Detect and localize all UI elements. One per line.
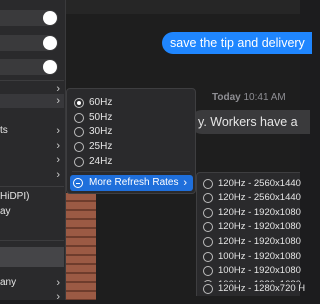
timestamp-time: 10:41 AM [243,92,286,103]
radio-icon [203,266,213,276]
resolution-option-label: 120Hz - 1920x1080 [218,236,301,247]
radio-icon [74,113,84,123]
menu-item-4[interactable]: › [0,139,64,153]
menu-item-label: ts [0,125,8,136]
menu-item-label: HiDPI) [0,191,30,202]
radio-icon [74,127,84,137]
toggle-knob [43,11,57,25]
menu-divider [0,240,64,241]
chevron-right-icon: › [56,154,60,166]
collapse-minus-icon [73,178,83,188]
resolution-option-label: 120Hz - 2560x1440 [218,192,301,203]
resolution-option[interactable]: 120Hz - 2560x1440 [197,191,301,205]
menu-item-label: ay [0,206,11,217]
menu-item-label: any [0,277,17,288]
refresh-option-label: 25Hz [89,141,113,152]
refresh-option-50hz[interactable]: 50Hz [67,111,195,125]
radio-icon [203,179,213,189]
timestamp-day: Today [212,92,241,103]
radio-icon [203,208,213,218]
refresh-option-label: 30Hz [89,126,113,137]
menu-item-9[interactable] [0,220,64,234]
resolution-option[interactable]: 120Hz - 1920x1080 [197,235,301,249]
radio-icon [74,142,84,152]
refresh-rate-submenu: 60Hz 50Hz 30Hz 25Hz 24Hz More Refresh Ra… [66,88,196,194]
toggle-switch-3[interactable] [0,59,58,75]
chevron-right-icon: › [56,291,60,303]
more-refresh-rates-label: More Refresh Rates [89,177,179,188]
radio-icon [203,237,213,247]
menu-item-company[interactable]: any › [0,276,64,290]
toggle-knob [43,60,57,74]
menu-item-display[interactable]: ay [0,205,64,219]
menu-item-3[interactable]: ts › [0,124,64,138]
radio-selected-icon [74,98,84,108]
resolution-option[interactable]: 120Hz - 1920x1080 [197,206,301,220]
refresh-option-label: 60Hz [89,97,113,108]
menu-item-refresh-rate[interactable]: › [0,94,64,108]
more-refresh-rates-item[interactable]: More Refresh Rates › [70,175,193,191]
menu-divider [0,186,64,187]
resolution-option[interactable]: 120Hz - 1280x720 H [196,282,305,296]
radio-icon [203,284,213,294]
display-menu: › › ts › › › › HiDPI) ay any › › [0,0,66,303]
received-message-bubble[interactable]: y. Workers have a [190,110,310,134]
messages-toolbar [66,0,300,14]
sent-message-bubble[interactable]: save the tip and delivery [162,32,312,54]
chevron-right-icon: › [183,177,187,189]
photo-thumbnail[interactable] [66,193,96,300]
menu-item-5[interactable]: › [0,153,64,167]
radio-icon [74,157,84,167]
menu-item-12[interactable]: › [0,290,64,304]
menu-divider [72,171,190,172]
resolution-option[interactable]: 100Hz - 1920x1080 [197,264,301,278]
resolution-option[interactable]: 120Hz - 2560x1440 [197,177,301,191]
refresh-option-25hz[interactable]: 25Hz [67,140,195,154]
resolution-option[interactable]: 120Hz - 1920x1080 [197,220,301,234]
refresh-option-label: 24Hz [89,156,113,167]
radio-icon [203,193,213,203]
toggle-knob [43,36,57,50]
chevron-right-icon: › [56,95,60,107]
resolution-submenu: 120Hz - 2560x1440 120Hz - 2560x1440 120H… [196,172,301,296]
refresh-option-60hz[interactable]: 60Hz [67,96,195,110]
resolution-option-label: 120Hz - 1920x1080 [218,207,301,218]
chevron-right-icon: › [56,169,60,181]
refresh-option-30hz[interactable]: 30Hz [67,125,195,139]
toggle-switch-1[interactable] [0,10,58,26]
menu-item-hidpi[interactable]: HiDPI) [0,190,64,204]
resolution-option-label: 120Hz - 2560x1440 [218,178,301,189]
resolution-option-label: 100Hz - 1920x1080 [218,265,301,276]
refresh-option-24hz[interactable]: 24Hz [67,155,195,169]
resolution-option-label: 120Hz - 1280x720 H [218,283,306,294]
menu-item-10[interactable] [0,250,64,264]
menu-divider [0,80,64,81]
chevron-right-icon: › [56,125,60,137]
menu-item-6[interactable]: › [0,168,64,182]
resolution-option-label: 100Hz - 1920x1080 [218,251,301,262]
radio-icon [203,252,213,262]
chevron-right-icon: › [56,140,60,152]
toggle-switch-2[interactable] [0,35,58,51]
chevron-right-icon: › [56,277,60,289]
resolution-option-label: 120Hz - 1920x1080 [218,221,301,232]
resolution-option[interactable]: 100Hz - 1920x1080 [197,250,301,264]
radio-icon [203,222,213,232]
message-timestamp: Today 10:41 AM [212,92,286,103]
refresh-option-label: 50Hz [89,112,113,123]
